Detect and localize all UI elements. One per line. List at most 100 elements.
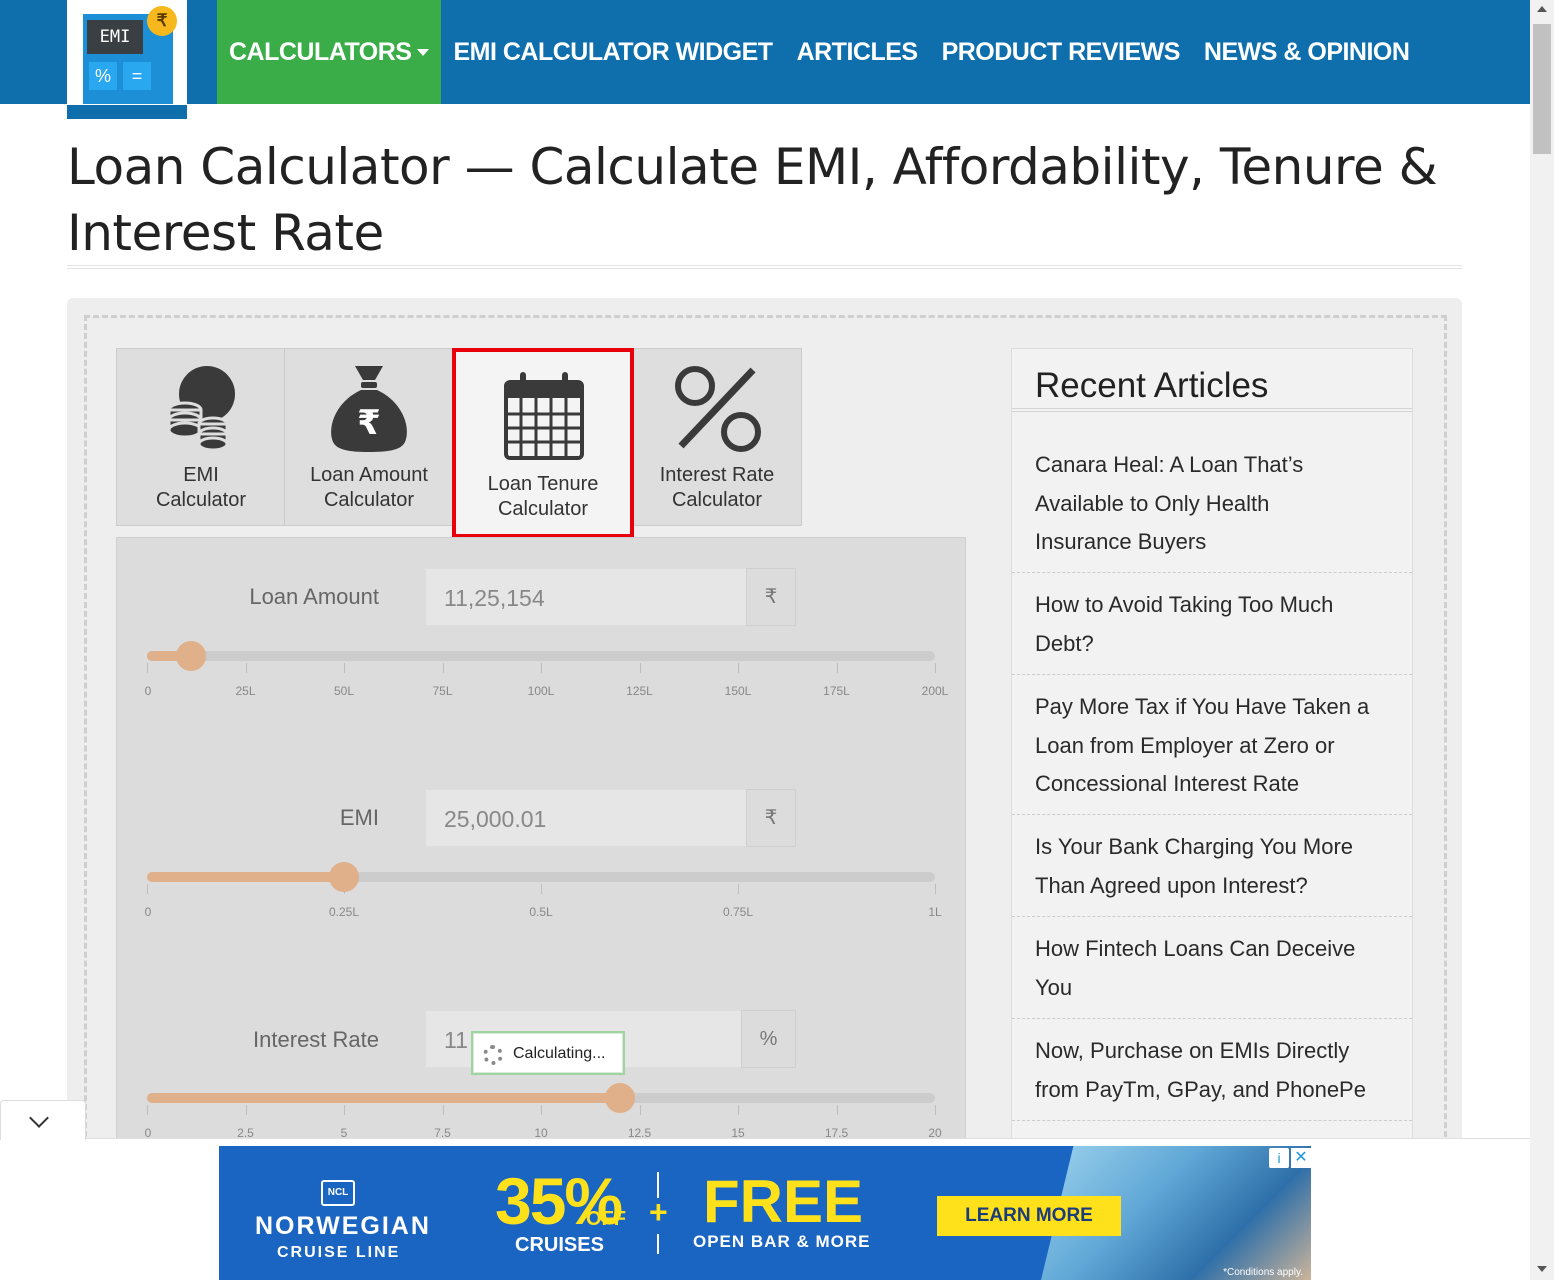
loan-amount-slider-handle[interactable] xyxy=(176,641,207,671)
slider-tick-label: 2.5 xyxy=(237,1126,254,1140)
ad-learn-more-button[interactable]: LEARN MORE xyxy=(937,1196,1121,1236)
article-divider xyxy=(1012,572,1412,573)
ad-open-bar-text: OPEN BAR & MORE xyxy=(693,1232,871,1251)
slider-tick-label: 0 xyxy=(144,905,152,919)
ad-cruises-text: CRUISES xyxy=(515,1234,604,1256)
logo-percent-key: % xyxy=(89,62,117,90)
slider-tick-label: 20 xyxy=(928,1126,942,1140)
slider-tick-label: 175L xyxy=(823,684,850,698)
logo-equals-key: = xyxy=(123,62,151,90)
sidebar-title-divider xyxy=(1012,408,1412,412)
slider-tick-label: 75L xyxy=(432,684,453,698)
ad-divider xyxy=(657,1234,659,1254)
scroll-thumb[interactable] xyxy=(1533,24,1551,154)
ad-collapse-button[interactable] xyxy=(0,1100,86,1140)
norwegian-cruise-ad[interactable]: NCL NORWEGIAN CRUISE LINE 35% OFF CRUISE… xyxy=(219,1146,1311,1280)
slider-tick-label: 0 xyxy=(144,684,152,698)
nav-calculators[interactable]: CALCULATORS xyxy=(217,0,442,104)
article-link[interactable]: How to Avoid Taking Too Much Debt? xyxy=(1035,586,1395,663)
ad-plus-sign: + xyxy=(649,1194,668,1230)
logo-rupee-coin-icon: ₹ xyxy=(147,6,177,36)
interest-rate-slider-fill xyxy=(147,1093,620,1103)
interest-rate-percent-unit: % xyxy=(741,1010,796,1068)
nav-product-reviews[interactable]: PRODUCT REVIEWS xyxy=(930,0,1192,104)
slider-tick xyxy=(836,1105,838,1115)
slider-tick-label: 15 xyxy=(731,1126,745,1140)
slider-tick xyxy=(245,663,247,673)
interest-rate-label: Interest Rate xyxy=(253,1027,379,1052)
article-divider xyxy=(1012,1018,1412,1019)
ad-info-icon[interactable]: i xyxy=(1269,1148,1289,1168)
slider-tick-label: 10 xyxy=(534,1126,548,1140)
article-divider xyxy=(1012,916,1412,917)
logo-screen-text: EMI xyxy=(87,20,143,54)
nav-articles[interactable]: ARTICLES xyxy=(785,0,930,104)
nav-emi-calculator-widget[interactable]: EMI CALCULATOR WIDGET xyxy=(441,0,784,104)
ad-brand: NORWEGIAN xyxy=(255,1212,431,1240)
tab-emi-calculator[interactable]: EMI Calculator xyxy=(117,348,285,526)
slider-tick xyxy=(639,1105,641,1115)
slider-tick-label: 0.5L xyxy=(529,905,553,919)
emi-slider-handle[interactable] xyxy=(329,862,359,892)
slider-tick-label: 12.5 xyxy=(627,1126,652,1140)
emi-input[interactable]: 25,000.01 xyxy=(425,789,747,847)
slider-tick-label: 1L xyxy=(928,905,942,919)
tab-emi-calculator-label: EMI Calculator xyxy=(155,464,247,511)
tab-interest-rate-calculator[interactable]: Interest Rate Calculator xyxy=(633,348,801,526)
article-link[interactable]: How Fintech Loans Can Deceive You xyxy=(1035,930,1395,1007)
slider-tick xyxy=(541,663,542,673)
emi-rupee-unit: ₹ xyxy=(746,789,796,847)
ad-close-icon[interactable]: ✕ xyxy=(1291,1148,1311,1168)
article-link[interactable]: Now, Purchase on EMIs Directly from PayTm… xyxy=(1035,1032,1395,1109)
slider-tick xyxy=(935,1105,936,1115)
ad-off-text: OFF xyxy=(586,1208,626,1230)
page-scrollbar[interactable] xyxy=(1530,0,1554,1280)
loan-amount-label: Loan Amount xyxy=(249,584,379,609)
emi-label: EMI xyxy=(339,805,379,830)
slider-tick xyxy=(344,663,345,673)
article-link[interactable]: Canara Heal: A Loan That’s Available to O… xyxy=(1035,446,1395,562)
calculating-indicator: Calculating... xyxy=(471,1031,625,1075)
slider-tick xyxy=(344,1105,345,1115)
interest-rate-slider-handle[interactable] xyxy=(604,1083,635,1113)
loan-amount-slider-track[interactable] xyxy=(147,651,935,661)
slider-tick-label: 200L xyxy=(921,684,949,698)
slider-tick-label: 100L xyxy=(527,684,555,698)
loading-spinner-icon xyxy=(483,1045,503,1065)
slider-tick-label: 50L xyxy=(333,684,355,698)
article-link[interactable]: Pay More Tax if You Have Taken a Loan fro… xyxy=(1035,688,1395,804)
recent-articles-title: Recent Articles xyxy=(1035,366,1269,405)
article-divider xyxy=(1012,814,1412,815)
slider-tick xyxy=(738,884,739,894)
slider-tick xyxy=(639,663,641,673)
scroll-down-arrow-icon[interactable] xyxy=(1537,1266,1547,1272)
scroll-up-arrow-icon[interactable] xyxy=(1537,6,1547,12)
ad-brand-sub: CRUISE LINE xyxy=(277,1244,401,1261)
ad-ncl-logo: NCL xyxy=(321,1180,355,1206)
slider-tick-label: 0.25L xyxy=(328,905,360,919)
article-divider xyxy=(1012,674,1412,675)
emi-slider-fill xyxy=(147,872,344,882)
main-nav: CALCULATORS EMI CALCULATOR WIDGET ARTICL… xyxy=(217,0,1421,104)
slider-tick xyxy=(442,663,444,673)
nav-calculators-label: CALCULATORS xyxy=(229,37,412,66)
slider-tick xyxy=(836,663,838,673)
slider-tick xyxy=(442,1105,444,1115)
slider-tick xyxy=(245,1105,247,1115)
ad-conditions-text: *Conditions apply. xyxy=(1223,1267,1303,1278)
site-logo[interactable]: EMI % = ₹ xyxy=(67,0,187,119)
slider-tick xyxy=(935,884,936,894)
tab-loan-amount-calculator[interactable]: ₹ Loan Amount Calculator xyxy=(285,348,453,526)
slider-tick xyxy=(541,884,542,894)
slider-tick xyxy=(147,663,148,673)
loan-amount-input[interactable]: 11,25,154 xyxy=(425,568,747,626)
tab-loan-amount-calculator-label: Loan Amount Calculator xyxy=(310,464,428,511)
nav-news-opinion[interactable]: NEWS & OPINION xyxy=(1192,0,1422,104)
tab-loan-tenure-calculator-label: Loan Tenure Calculator xyxy=(487,473,599,520)
page-title: Loan Calculator — Calculate EMI, Afforda… xyxy=(67,138,1438,262)
article-link[interactable]: Is Your Bank Charging You More Than Agree… xyxy=(1035,828,1395,905)
tab-loan-tenure-calculator[interactable]: Loan Tenure Calculator xyxy=(452,348,634,538)
slider-tick-label: 0.75L xyxy=(722,905,754,919)
slider-tick xyxy=(738,1105,739,1115)
slider-tick-label: 150L xyxy=(724,684,752,698)
